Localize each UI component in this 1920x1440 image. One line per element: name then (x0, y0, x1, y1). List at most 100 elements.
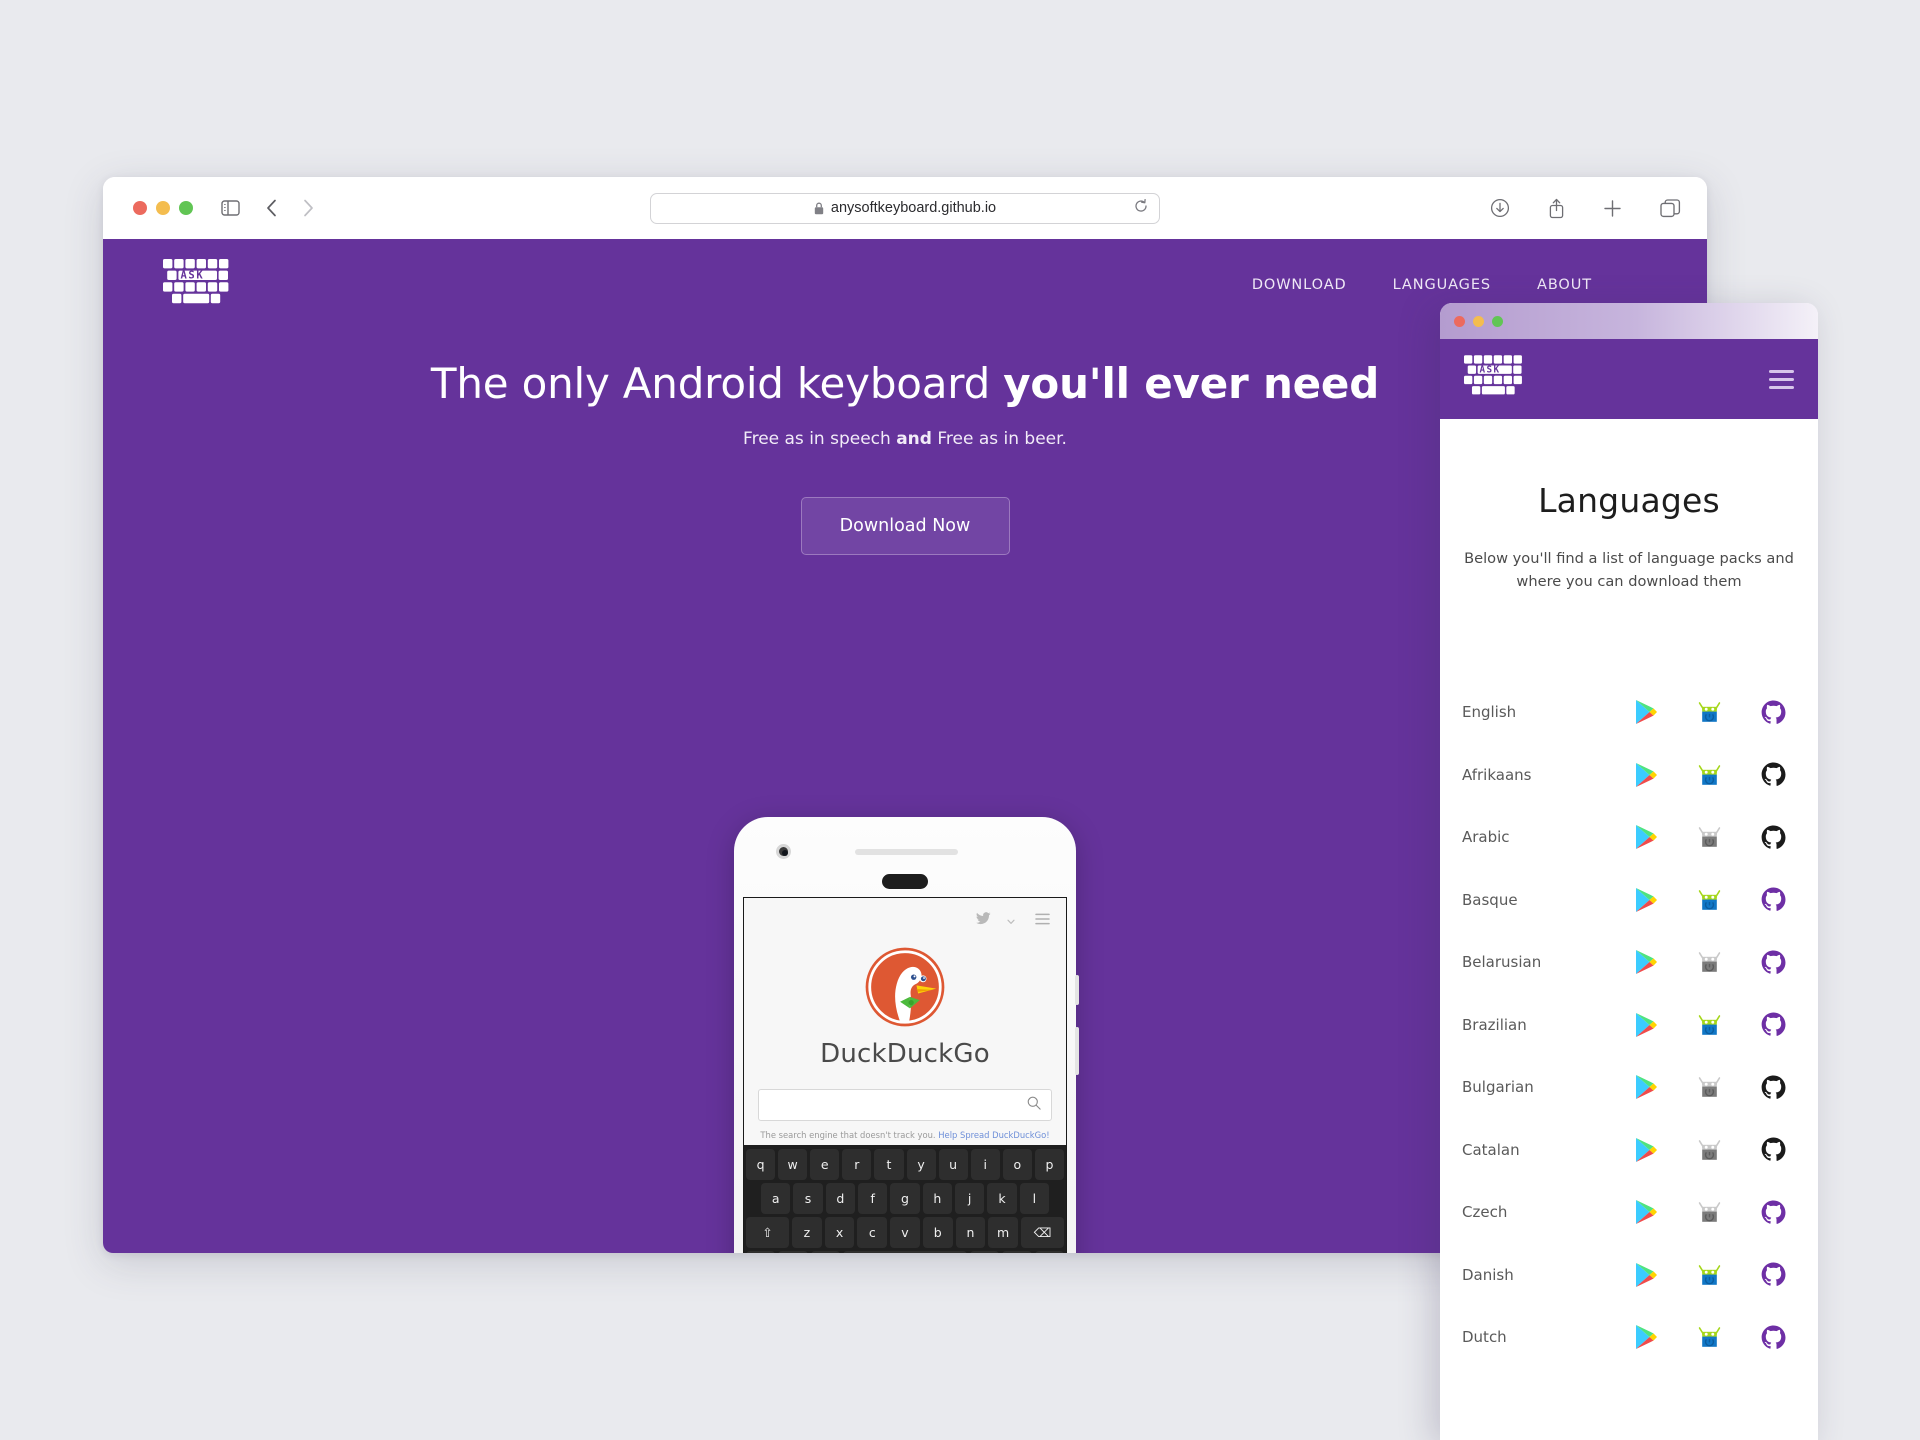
key-i[interactable]: i (970, 1149, 1000, 1180)
key-apostrophe[interactable]: ' (1002, 1251, 1032, 1253)
github-icon[interactable] (1761, 950, 1786, 975)
twitter-icon[interactable] (976, 912, 991, 930)
key-question[interactable]: ? (969, 1251, 1000, 1253)
fdroid-icon[interactable] (1697, 762, 1722, 787)
new-tab-icon[interactable] (1603, 199, 1622, 218)
minimize-window-button-2[interactable] (1473, 315, 1484, 327)
nav-item-languages[interactable]: LANGUAGES (1393, 277, 1491, 293)
google-play-icon[interactable] (1633, 1137, 1658, 1162)
language-store-links (1633, 1012, 1796, 1037)
duckduckgo-page: DuckDuckGo The search engine that doesn'… (744, 898, 1066, 1253)
lock-icon (814, 202, 824, 215)
key-g[interactable]: g (890, 1183, 920, 1214)
google-play-icon[interactable] (1633, 1325, 1658, 1350)
key-c[interactable]: c (857, 1217, 888, 1248)
google-play-icon[interactable] (1633, 700, 1658, 725)
ddg-tagline-link[interactable]: Help Spread DuckDuckGo! (938, 1130, 1049, 1140)
address-bar-container[interactable]: anysoftkeyboard.github.io (650, 192, 1160, 224)
key-o[interactable]: o (1002, 1149, 1032, 1180)
github-icon[interactable] (1761, 1325, 1786, 1350)
ask-logo[interactable]: ASK (163, 258, 233, 312)
browser-toolbar: anysoftkeyboard.github.io (103, 177, 1707, 239)
key-n[interactable]: n (955, 1217, 986, 1248)
keyboard-row-2: a s d f g h j k l (746, 1183, 1064, 1214)
hamburger-menu-icon-2[interactable] (1769, 369, 1794, 389)
download-now-button[interactable]: Download Now (800, 497, 1010, 555)
fdroid-icon[interactable] (1697, 1012, 1722, 1037)
key-comma[interactable]: , (810, 1251, 841, 1253)
key-enter[interactable]: ↵ (1034, 1251, 1064, 1253)
fdroid-icon[interactable] (1697, 1325, 1722, 1350)
key-k[interactable]: k (987, 1183, 1017, 1214)
key-m[interactable]: m (988, 1217, 1018, 1248)
key-emoji[interactable]: ☺ (778, 1251, 808, 1253)
maximize-window-button-2[interactable] (1492, 315, 1503, 327)
fdroid-icon[interactable] (1697, 887, 1722, 912)
close-window-button[interactable] (133, 201, 147, 215)
github-icon[interactable] (1761, 887, 1786, 912)
google-play-icon[interactable] (1633, 887, 1658, 912)
hamburger-menu-icon[interactable] (1035, 912, 1050, 930)
key-e[interactable]: e (810, 1149, 840, 1180)
key-l[interactable]: l (1019, 1183, 1049, 1214)
key-q[interactable]: q (746, 1149, 776, 1180)
key-backspace[interactable]: ⌫ (1020, 1217, 1065, 1248)
key-u[interactable]: u (938, 1149, 968, 1180)
reload-icon[interactable] (1134, 198, 1148, 217)
key-z[interactable]: z (792, 1217, 822, 1248)
key-p[interactable]: p (1034, 1149, 1064, 1180)
google-play-icon[interactable] (1633, 1262, 1658, 1287)
key-v[interactable]: v (890, 1217, 920, 1248)
address-bar[interactable]: anysoftkeyboard.github.io (650, 192, 1160, 224)
share-icon[interactable] (1548, 198, 1565, 219)
github-icon[interactable] (1761, 762, 1786, 787)
tab-overview-icon[interactable] (1660, 198, 1681, 218)
key-j[interactable]: j (954, 1183, 985, 1214)
key-r[interactable]: r (842, 1149, 872, 1180)
nav-item-download[interactable]: DOWNLOAD (1252, 277, 1347, 293)
language-row: Arabic (1462, 806, 1796, 869)
ddg-search-input[interactable] (758, 1089, 1052, 1121)
google-play-icon[interactable] (1633, 1200, 1658, 1225)
key-h[interactable]: h (922, 1183, 952, 1214)
key-b[interactable]: b (922, 1217, 953, 1248)
github-icon[interactable] (1761, 1075, 1786, 1100)
github-icon[interactable] (1761, 1200, 1786, 1225)
github-icon[interactable] (1761, 700, 1786, 725)
window-traffic-lights[interactable] (133, 201, 193, 215)
key-t[interactable]: t (874, 1149, 904, 1180)
github-icon[interactable] (1761, 1012, 1786, 1037)
key-shift[interactable]: ⇧ (745, 1217, 790, 1248)
key-f[interactable]: f (858, 1183, 888, 1214)
sidebar-toggle-icon[interactable] (221, 200, 240, 216)
maximize-window-button[interactable] (179, 201, 193, 215)
minimize-window-button[interactable] (156, 201, 170, 215)
key-a[interactable]: a (761, 1183, 791, 1214)
fdroid-icon[interactable] (1697, 1262, 1722, 1287)
chevron-down-icon[interactable] (1007, 912, 1015, 930)
google-play-icon[interactable] (1633, 825, 1658, 850)
nav-item-about[interactable]: ABOUT (1537, 277, 1592, 293)
key-s[interactable]: s (793, 1183, 823, 1214)
google-play-icon[interactable] (1633, 762, 1658, 787)
github-icon[interactable] (1761, 825, 1786, 850)
key-d[interactable]: d (825, 1183, 855, 1214)
language-store-links (1633, 1200, 1796, 1225)
fdroid-icon[interactable] (1697, 700, 1722, 725)
language-store-links (1633, 1137, 1796, 1162)
back-icon[interactable] (266, 199, 277, 217)
github-icon[interactable] (1761, 1262, 1786, 1287)
close-window-button-2[interactable] (1454, 315, 1465, 327)
ask-logo-text: ASK (181, 269, 205, 281)
google-play-icon[interactable] (1633, 950, 1658, 975)
key-symbols[interactable]: 123!#() (746, 1251, 776, 1253)
downloads-icon[interactable] (1490, 198, 1510, 218)
key-x[interactable]: x (824, 1217, 855, 1248)
key-y[interactable]: y (906, 1149, 936, 1180)
key-space[interactable] (843, 1251, 967, 1253)
github-icon[interactable] (1761, 1137, 1786, 1162)
google-play-icon[interactable] (1633, 1012, 1658, 1037)
key-w[interactable]: w (778, 1149, 808, 1180)
ask-logo-2[interactable]: ASK (1464, 355, 1526, 403)
google-play-icon[interactable] (1633, 1075, 1658, 1100)
